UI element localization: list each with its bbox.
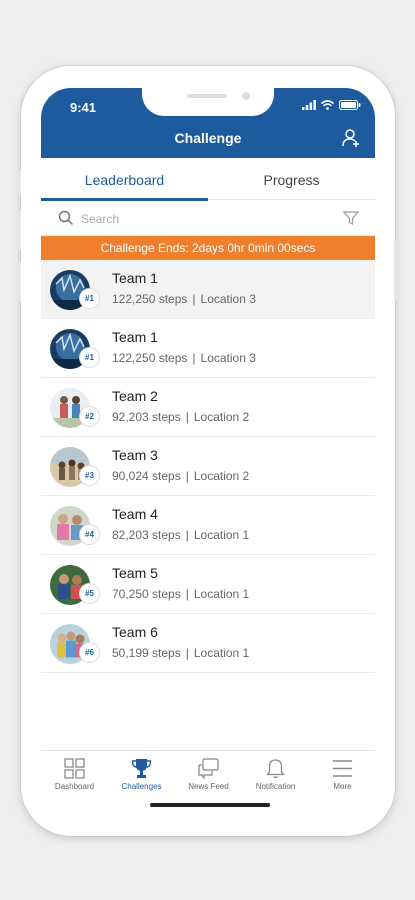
separator: | <box>192 292 196 306</box>
rank-badge: #2 <box>79 406 100 427</box>
team-details: 92,203 steps | Location 2 <box>112 410 249 424</box>
team-steps: 50,199 steps <box>112 646 181 660</box>
leaderboard-row[interactable]: #1 Team 1 122,250 steps | Location 3 <box>41 319 375 378</box>
separator: | <box>185 587 189 601</box>
nav-label: News Feed <box>188 782 229 791</box>
add-user-icon[interactable] <box>341 128 361 148</box>
rank-badge: #1 <box>79 347 100 368</box>
search-bar <box>41 200 375 236</box>
page-title: Challenge <box>174 130 242 146</box>
team-location: Location 3 <box>200 351 256 365</box>
team-name: Team 4 <box>112 506 158 522</box>
rank-badge: #3 <box>79 465 100 486</box>
team-location: Location 1 <box>193 587 250 601</box>
separator: | <box>185 646 189 660</box>
team-steps: 90,024 steps <box>112 469 181 483</box>
chat-icon <box>198 758 219 779</box>
nav-label: More <box>333 782 352 791</box>
nav-notification[interactable]: Notification <box>242 751 309 799</box>
team-name: Team 6 <box>112 624 158 640</box>
leaderboard-row[interactable]: #4 Team 4 82,203 steps | Location 1 <box>41 496 375 555</box>
team-name: Team 3 <box>112 447 158 463</box>
nav-news-feed[interactable]: News Feed <box>175 751 242 799</box>
team-details: 50,199 steps | Location 1 <box>112 646 249 660</box>
team-location: Location 2 <box>193 410 250 424</box>
leaderboard-row[interactable]: #6 Team 6 50,199 steps | Location 1 <box>41 614 375 673</box>
team-location: Location 1 <box>193 646 250 660</box>
tab-progress[interactable]: Progress <box>208 158 375 200</box>
team-name: Team 1 <box>112 270 158 286</box>
filter-icon[interactable] <box>343 210 359 226</box>
challenge-countdown-banner: Challenge Ends: 2days 0hr 0min 00secs <box>41 236 375 260</box>
nav-challenges[interactable]: Challenges <box>108 751 175 799</box>
nav-dashboard[interactable]: Dashboard <box>41 751 108 799</box>
status-icons <box>302 100 361 110</box>
volume-down-button <box>16 262 21 302</box>
power-button <box>394 240 399 300</box>
battery-icon <box>339 100 361 110</box>
team-steps: 122,250 steps <box>112 351 188 365</box>
leaderboard-row[interactable]: #5 Team 5 70,250 steps | Location 1 <box>41 555 375 614</box>
leaderboard-row[interactable]: #2 Team 2 92,203 steps | Location 2 <box>41 378 375 437</box>
team-details: 122,250 steps | Location 3 <box>112 351 256 365</box>
nav-label: Dashboard <box>54 782 95 791</box>
app-screen: 9:41 Challenge Leaderboard Progress Sear… <box>41 88 375 810</box>
bell-icon <box>266 759 285 779</box>
notch <box>142 88 274 116</box>
app-header: 9:41 Challenge <box>41 88 375 158</box>
wifi-icon <box>321 100 334 110</box>
separator: | <box>185 528 189 542</box>
separator: | <box>185 410 189 424</box>
tab-bar: Leaderboard Progress <box>41 158 375 201</box>
team-steps: 70,250 steps <box>112 587 181 601</box>
separator: | <box>185 469 189 483</box>
rank-badge: #6 <box>79 642 100 663</box>
search-input[interactable] <box>81 208 331 230</box>
bottom-navigation: Dashboard Challenges News Feed Notificat… <box>41 750 375 798</box>
team-location: Location 2 <box>193 469 250 483</box>
home-indicator <box>150 803 270 807</box>
menu-icon <box>333 760 352 777</box>
camera <box>242 92 250 100</box>
speaker <box>187 94 227 98</box>
nav-label: Challenges <box>121 782 162 791</box>
signal-icon <box>302 100 316 110</box>
tab-leaderboard[interactable]: Leaderboard <box>41 158 208 200</box>
team-steps: 92,203 steps <box>112 410 181 424</box>
mute-switch <box>16 170 21 196</box>
rank-badge: #5 <box>79 583 100 604</box>
team-details: 90,024 steps | Location 2 <box>112 469 249 483</box>
nav-label: Notification <box>255 782 296 791</box>
rank-badge: #4 <box>79 524 100 545</box>
team-details: 70,250 steps | Location 1 <box>112 587 249 601</box>
team-location: Location 3 <box>200 292 256 306</box>
rank-badge: #1 <box>79 288 100 309</box>
volume-up-button <box>16 210 21 250</box>
search-icon <box>58 210 74 226</box>
status-time: 9:41 <box>70 100 97 115</box>
team-name: Team 2 <box>112 388 158 404</box>
team-location: Location 1 <box>193 528 250 542</box>
team-steps: 82,203 steps <box>112 528 181 542</box>
trophy-icon <box>131 759 152 778</box>
team-details: 122,250 steps | Location 3 <box>112 292 256 306</box>
leaderboard-list: #1 Team 1 122,250 steps | Location 3 #1 Te… <box>41 260 375 673</box>
team-steps: 122,250 steps <box>112 292 188 306</box>
leaderboard-row-current-team[interactable]: #1 Team 1 122,250 steps | Location 3 <box>41 260 375 319</box>
team-name: Team 1 <box>112 329 158 345</box>
leaderboard-row[interactable]: #3 Team 3 90,024 steps | Location 2 <box>41 437 375 496</box>
nav-more[interactable]: More <box>309 751 375 799</box>
dashboard-icon <box>64 758 85 779</box>
team-name: Team 5 <box>112 565 158 581</box>
separator: | <box>192 351 196 365</box>
team-details: 82,203 steps | Location 1 <box>112 528 249 542</box>
